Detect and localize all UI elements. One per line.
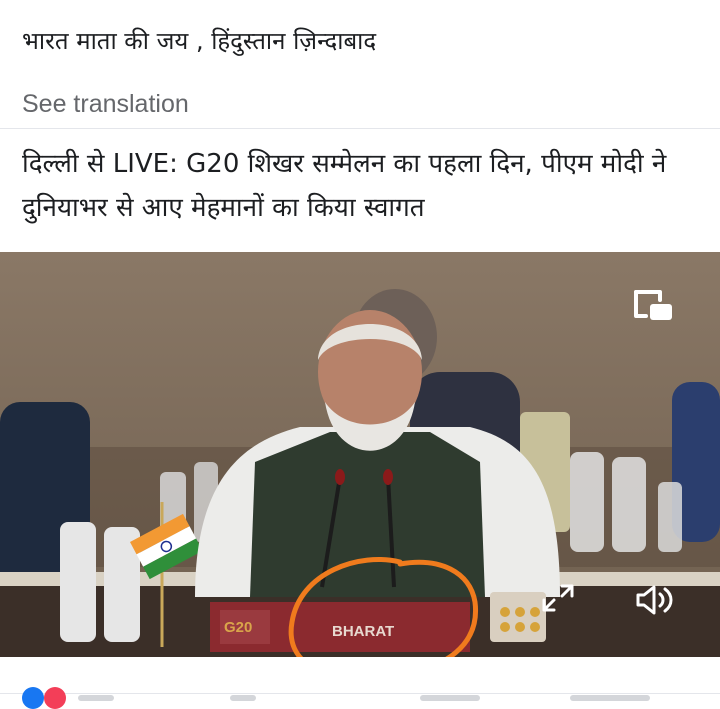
share-count <box>420 695 480 701</box>
see-translation-link[interactable]: See translation <box>22 90 189 119</box>
nameplate-text: BHARAT <box>332 623 394 640</box>
divider <box>0 128 720 129</box>
divider <box>0 693 720 694</box>
speaker-mute-icon[interactable] <box>632 582 678 618</box>
post-text: भारत माता की जय , हिंदुस्तान ज़िन्दाबाद <box>22 27 377 55</box>
comment-count <box>230 695 256 701</box>
like-reaction-icon[interactable] <box>22 687 44 709</box>
video-frame: G20 BHARAT <box>0 252 720 657</box>
love-reaction-icon[interactable] <box>44 687 66 709</box>
g20-logo: G20 <box>224 619 252 636</box>
view-count <box>570 695 650 701</box>
reactions-row <box>0 657 720 709</box>
article-headline[interactable]: दिल्ली से LIVE: G20 शिखर सम्मेलन का पहला… <box>22 142 702 230</box>
picture-in-picture-icon[interactable] <box>630 286 676 326</box>
video-player[interactable]: G20 BHARAT <box>0 252 720 657</box>
reaction-count <box>78 695 114 701</box>
expand-icon[interactable] <box>540 582 576 614</box>
